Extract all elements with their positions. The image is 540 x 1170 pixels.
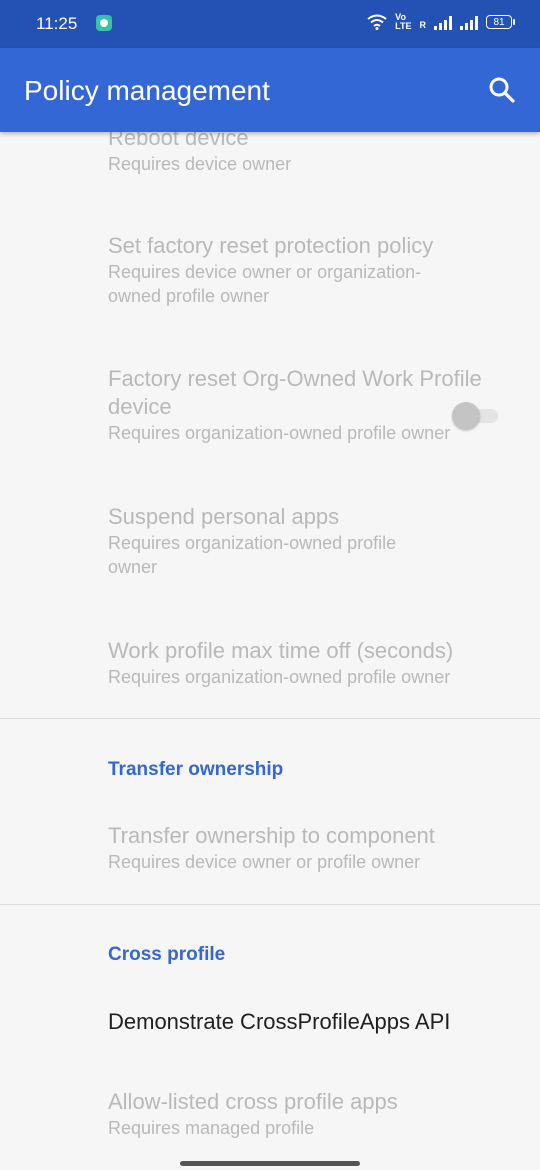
status-bar: 11:25 Vo LTE R 81 bbox=[0, 0, 540, 48]
toggle-thumb bbox=[452, 402, 480, 430]
pref-title: Work profile max time off (seconds) bbox=[108, 638, 454, 663]
section-divider bbox=[0, 718, 540, 719]
pref-title: Allow-listed cross profile apps bbox=[108, 1089, 398, 1114]
pref-factory-reset-protection[interactable]: Set factory reset protection policy Requ… bbox=[108, 232, 508, 308]
pref-summary: Requires device owner or profile owner bbox=[108, 852, 421, 872]
signal-icon-sim1 bbox=[434, 15, 452, 30]
app-bar: Policy management bbox=[0, 48, 540, 132]
pref-factory-reset-org-owned[interactable]: Factory reset Org-Owned Work Profile dev… bbox=[108, 365, 508, 445]
roaming-label: R bbox=[419, 20, 427, 30]
page-title: Policy management bbox=[24, 75, 270, 106]
status-time: 11:25 bbox=[36, 14, 78, 33]
pref-work-profile-max-time-off[interactable]: Work profile max time off (seconds) Requ… bbox=[108, 637, 508, 689]
pref-title: Demonstrate CrossProfileApps API bbox=[108, 1009, 451, 1034]
pref-title: Transfer ownership to component bbox=[108, 823, 435, 848]
section-header-cross-profile: Cross profile bbox=[108, 944, 226, 965]
pref-title: Suspend personal apps bbox=[108, 504, 340, 529]
volte-icon: Vo LTE bbox=[395, 13, 411, 31]
pref-summary: Requires organization-owned profile owne… bbox=[108, 667, 451, 687]
search-button[interactable] bbox=[486, 74, 518, 106]
chat-bubble-icon bbox=[96, 15, 112, 31]
home-indicator[interactable] bbox=[180, 1161, 360, 1166]
battery-icon: 81 bbox=[486, 15, 515, 29]
suspend-personal-apps-toggle[interactable] bbox=[452, 401, 500, 430]
pref-summary: Requires managed profile bbox=[108, 1118, 315, 1138]
section-header-transfer-ownership: Transfer ownership bbox=[108, 759, 284, 780]
pref-summary: Requires device owner or organization-ow… bbox=[108, 262, 422, 306]
volte-bottom: LTE bbox=[395, 21, 412, 31]
section-divider bbox=[0, 904, 540, 905]
search-icon bbox=[489, 77, 515, 103]
pref-summary: Requires organization-owned profile owne… bbox=[108, 533, 397, 577]
pref-cross-profile-apps-api[interactable]: Demonstrate CrossProfileApps API bbox=[108, 1008, 508, 1036]
wifi-icon bbox=[367, 14, 387, 30]
pref-transfer-ownership[interactable]: Transfer ownership to component Requires… bbox=[108, 822, 508, 874]
pref-summary: Requires organization-owned profile owne… bbox=[108, 423, 451, 443]
pref-suspend-personal-apps[interactable]: Suspend personal apps Requires organizat… bbox=[108, 503, 398, 579]
pref-title: Set factory reset protection policy bbox=[108, 233, 434, 258]
status-icons: Vo LTE R 81 bbox=[367, 13, 515, 31]
signal-icon-sim2 bbox=[460, 15, 478, 30]
pref-summary: Requires device owner bbox=[108, 154, 292, 174]
preference-list[interactable]: Reboot device Requires device owner Set … bbox=[0, 132, 540, 1170]
pref-reboot-device[interactable]: Reboot device Requires device owner bbox=[108, 132, 508, 176]
pref-title: Reboot device bbox=[108, 132, 249, 150]
pref-title: Factory reset Org-Owned Work Profile dev… bbox=[108, 366, 482, 419]
pref-allow-listed-cross-profile-apps[interactable]: Allow-listed cross profile apps Requires… bbox=[108, 1088, 508, 1140]
